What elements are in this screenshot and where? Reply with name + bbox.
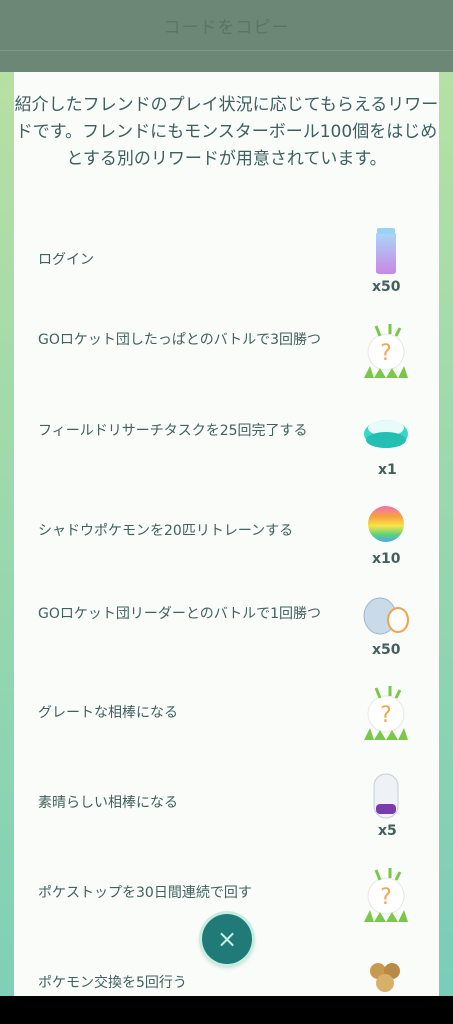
reward-qty: x50 — [372, 279, 401, 295]
header-overlay: コードをコピー — [0, 0, 453, 72]
reward-task: シャドウポケモンを20匹リトレーンする — [38, 523, 294, 539]
fast-tm-icon — [356, 592, 416, 646]
reward-qty: x1 — [378, 462, 397, 478]
copy-code-button[interactable]: コードをコピー — [0, 0, 453, 50]
svg-text:?: ? — [380, 703, 392, 728]
divider — [0, 50, 453, 51]
reward-task: グレートな相棒になる — [38, 705, 178, 721]
mystery-reward-icon: ? — [356, 322, 416, 386]
system-nav-bar — [0, 996, 453, 1024]
incubator-icon — [356, 770, 416, 826]
frame-left — [0, 72, 14, 996]
frame-right — [439, 72, 453, 996]
intro-text: 紹介したフレンドのプレイ状況に応じてもらえるリワードです。フレンドにもモンスター… — [14, 95, 439, 169]
close-icon: × — [216, 925, 238, 953]
svg-text:?: ? — [380, 341, 392, 366]
svg-text:?: ? — [380, 885, 392, 910]
mystery-reward-icon: ? — [356, 866, 416, 930]
reward-qty: x10 — [372, 551, 401, 567]
reward-task: 素晴らしい相棒になる — [38, 795, 178, 811]
close-button[interactable]: × — [202, 914, 252, 964]
reward-task: ログイン — [38, 252, 94, 268]
reward-task: GOロケット団リーダーとのバトルで1回勝つ — [38, 606, 322, 622]
reward-task: ポケストップを30日間連続で回す — [38, 885, 252, 901]
reward-task: ポケモン交換を5回行う — [38, 975, 187, 991]
mystery-reward-icon: ? — [356, 684, 416, 748]
lure-module-icon — [356, 410, 416, 462]
rare-candy-icon — [356, 502, 416, 550]
reward-qty: x50 — [372, 642, 401, 658]
reward-qty: x5 — [378, 823, 397, 839]
reward-task: GOロケット団したっぱとのバトルで3回勝つ — [38, 332, 322, 348]
pokemon-group-icon — [356, 955, 416, 996]
reward-task: フィールドリサーチタスクを25回完了する — [38, 423, 308, 439]
incense-icon — [356, 224, 416, 284]
